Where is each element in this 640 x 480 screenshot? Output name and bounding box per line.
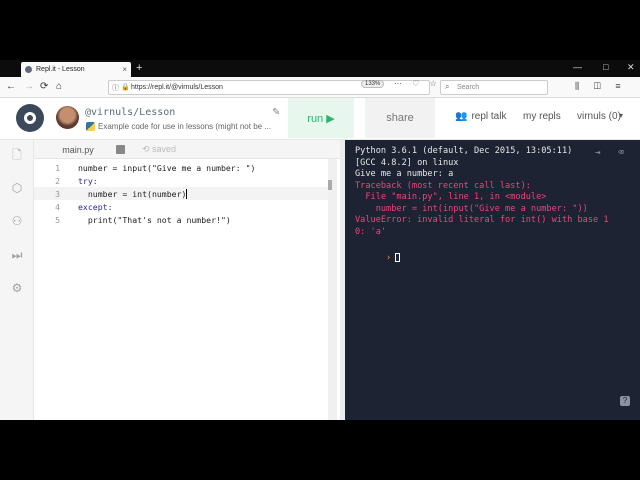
line-number: 3 [55,188,60,199]
screen: Repl.it - Lesson × + — □ ✕ ← → ⟳ ⌂ ⓘ 🔒 h… [0,60,640,420]
new-tab-icon[interactable]: + [136,62,142,74]
info-icon[interactable]: ⓘ [112,83,119,93]
code-text: number = input("Give me a number: ") [78,162,256,173]
code-text: print("That's not a number!") [78,214,231,225]
user-menu[interactable]: virnuls (0) [577,111,621,122]
console-error-line: ValueError: invalid literal for int() wi… [355,215,609,225]
replit-favicon-icon [25,66,32,73]
help-icon[interactable]: ? [620,396,630,406]
editor-tab-bar: main.py ⟲ saved [34,140,340,159]
line-number: 1 [55,162,60,173]
console-error-line: Traceback (most recent call last): [355,180,531,191]
avatar[interactable] [56,106,79,129]
python-icon [86,122,95,131]
browser-nav-bar: ← → ⟳ ⌂ ⓘ 🔒 https://repl.it/@virnuls/Les… [0,77,640,98]
edit-pencil-icon[interactable]: ✎ [272,107,280,118]
code-line-active[interactable]: 3 number = int(number) [34,187,328,200]
line-number: 2 [55,175,60,186]
save-file-icon[interactable] [116,145,125,154]
code-line[interactable]: 1 number = input("Give me a number: ") [34,161,328,174]
console-line: [GCC 4.8.2] on linux [355,157,459,168]
page-actions-icons[interactable]: ⋯ ♡ ☆ [394,79,441,88]
code-line[interactable]: 4 except: [34,200,328,213]
clear-console-icon[interactable]: ⌫ [618,148,623,158]
forward-icon[interactable]: → [24,81,34,92]
repl-header: @virnuls/Lesson Example code for use in … [0,98,640,140]
repl-name[interactable]: @virnuls/Lesson [85,107,175,118]
console-error-line: number = int(input("Give me a number: ")… [355,203,588,214]
console-line: Python 3.6.1 (default, Dec 2015, 13:05:1… [355,146,573,156]
console-line: Give me a number: a [355,169,454,179]
code-line[interactable]: 2 try: [34,174,328,187]
library-sidebar-menu-icons[interactable]: ⫼ ◫ ≡ [575,81,627,92]
repl-talk-link[interactable]: 👥 repl talk [455,111,506,122]
editor-scroll-thumb[interactable] [328,180,332,190]
browser-tab-bar: Repl.it - Lesson × + — □ ✕ [0,60,640,77]
console-error-line: 0: 'a' [355,226,387,237]
prompt-icon: › [386,252,392,263]
lock-icon: 🔒 [121,84,130,91]
description-text: Example code for use in lessons (might n… [98,122,271,131]
reload-icon[interactable]: ⟳ [40,81,48,92]
search-input[interactable]: ⌕ Search [440,80,548,95]
my-repls-link[interactable]: my repls [523,111,561,122]
files-icon[interactable]: 🗋 [10,148,24,162]
home-icon[interactable]: ⌂ [56,81,62,92]
share-button[interactable]: share [365,98,435,138]
console-error-line: File "main.py", line 1, in <module> [355,192,547,202]
code-editor[interactable]: 1 number = input("Give me a number: ") 2… [34,159,340,420]
replit-logo-icon[interactable] [16,104,44,132]
search-icon: ⌕ [445,82,450,91]
code-text: try: [78,175,98,186]
tab-close-icon[interactable]: × [122,65,127,74]
console-cursor [395,252,401,262]
window-close-icon[interactable]: ✕ [627,62,635,73]
run-button[interactable]: run ▶ [288,98,354,138]
left-sidebar: 🗋 ⬡ ⚇ ⏭ ⚙ [0,140,34,420]
search-placeholder: Search [457,84,480,91]
console-output[interactable]: ⇥ ⌫ Python 3.6.1 (default, Dec 2015, 13:… [345,140,640,420]
minimize-icon[interactable]: — [573,62,582,72]
console-prompt-line[interactable]: › [355,241,630,276]
text-cursor [186,188,188,199]
editor-scrollbar[interactable] [328,159,337,420]
url-text: https://repl.it/@virnuls/Lesson [131,84,223,91]
chevron-down-icon[interactable]: ▾ [619,111,623,120]
settings-gear-icon[interactable]: ⚙ [10,281,24,295]
zoom-badge[interactable]: 133% [361,80,385,88]
saved-label: saved [152,144,177,154]
saved-status: ⟲ saved [142,144,177,154]
line-number: 5 [55,214,60,225]
debugger-icon[interactable]: ⏭ [10,248,24,262]
packages-icon[interactable]: ⬡ [10,181,24,195]
tab-title: Repl.it - Lesson [36,66,85,73]
maximize-icon[interactable]: □ [603,62,608,72]
file-tab-main-py[interactable]: main.py [42,140,114,159]
code-line[interactable]: 5 print("That's not a number!") [34,213,328,226]
repl-description[interactable]: Example code for use in lessons (might n… [86,122,271,131]
browser-tab[interactable]: Repl.it - Lesson × [21,62,131,77]
code-text: number = int(number) [78,188,187,199]
share-people-icon[interactable]: ⚇ [10,214,24,228]
back-icon[interactable]: ← [6,81,16,92]
people-icon: 👥 [455,111,468,122]
line-number: 4 [55,201,60,212]
repl-talk-label: repl talk [471,111,507,122]
clear-console-arrow-icon[interactable]: ⇥ [595,148,600,158]
code-text: except: [78,201,113,212]
